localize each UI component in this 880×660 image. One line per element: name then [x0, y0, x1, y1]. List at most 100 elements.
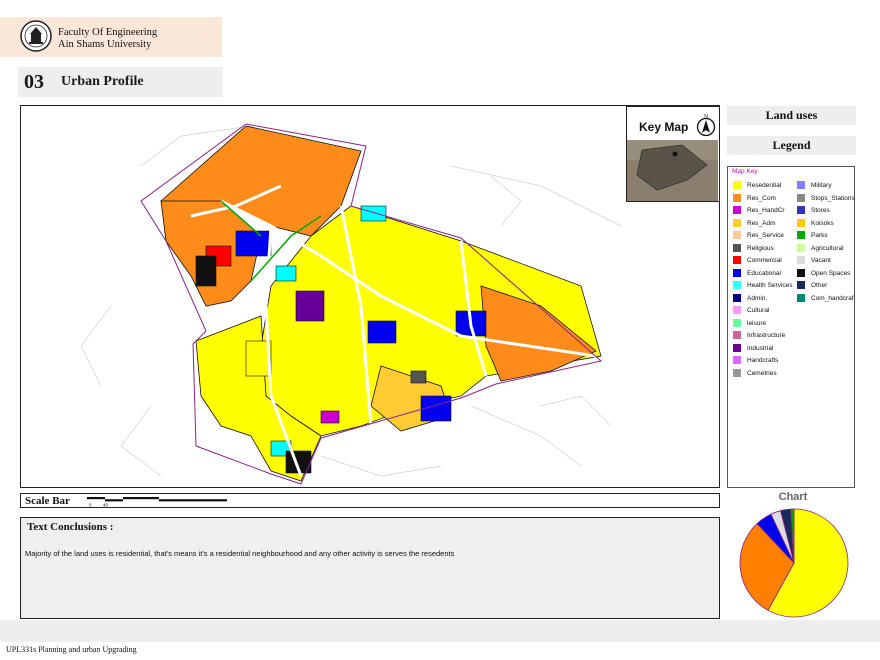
scale-tick-40: 40: [103, 503, 109, 508]
footer-band: [0, 620, 880, 642]
conclusions-title: Text Conclusions :: [27, 521, 114, 533]
legend-item-parks: Parks: [797, 231, 828, 240]
scale-bar-label: Scale Bar: [25, 495, 70, 507]
legend-label: Other: [811, 282, 828, 289]
faculty-line-2: Ain Shams University: [58, 39, 152, 50]
legend-item-stops-stations: Stops_Stations: [797, 193, 855, 203]
legend-item-admin-: Admin.: [733, 293, 768, 303]
legend-item-cultural: Cultural: [733, 306, 769, 315]
legend-swatch: [733, 368, 741, 377]
legend-label: Com_handcraf: [811, 294, 854, 302]
section-title: Urban Profile: [61, 74, 144, 89]
legend-swatch: [733, 343, 741, 352]
legend-label: Open Spaces: [811, 269, 851, 277]
legend-label: Koisoks: [811, 219, 834, 227]
legend-item-vacant: Vacant: [797, 256, 831, 265]
legend-title: Map Key: [732, 168, 758, 175]
legend-swatch: [733, 268, 741, 277]
legend-item-educational: Educational: [733, 268, 781, 278]
legend-swatch: [797, 193, 805, 202]
university-logo: [20, 20, 52, 52]
legend-label: Religious: [747, 244, 774, 252]
legend-label: Res_Adm: [747, 219, 776, 227]
legend-swatch: [733, 318, 741, 327]
legend-swatch: [797, 243, 805, 252]
legend-item-military: Military: [797, 181, 832, 190]
text-conclusions-panel: Text Conclusions : Majority of the land …: [20, 517, 720, 619]
legend-label: Industrial: [747, 344, 774, 352]
legend-item-commercial: Commercial: [733, 256, 782, 265]
scale-tick-0: 0: [89, 503, 92, 508]
faculty-line-1: Faculty Of Engineering: [58, 27, 158, 38]
legend-item-agricultural: Agricultural: [797, 243, 844, 253]
scale-bar-panel: Scale Bar 0 40: [20, 493, 720, 508]
legend-item-handcrafts: Handcrafts: [733, 356, 778, 365]
legend-label: Admin.: [747, 294, 768, 302]
legend-swatch: [797, 206, 805, 214]
legend-swatch: [797, 256, 805, 264]
legend-label: Cemetries: [747, 369, 777, 377]
legend-item-com-handcraf: Com_handcraf: [797, 293, 854, 303]
legend-swatch: [797, 293, 805, 302]
legend-swatch: [797, 268, 805, 277]
legend-item-leisure: leisure: [733, 318, 767, 328]
legend-swatch: [733, 306, 741, 314]
legend-item-religious: Religious: [733, 243, 774, 253]
legend-swatch: [733, 231, 741, 239]
course-footer: UPL331s Planning and urban Upgrading: [6, 645, 137, 654]
key-map: Key Map N: [626, 106, 720, 202]
legend-swatch: [733, 218, 741, 227]
legend-label: Health Services: [747, 282, 793, 289]
legend-item-other: Other: [797, 281, 827, 290]
legend-label: Res_Com: [747, 194, 776, 202]
legend-swatch: [733, 293, 741, 302]
legend-swatch: [797, 231, 805, 239]
legend-swatch: [797, 181, 805, 189]
legend-label: Parks: [811, 232, 828, 239]
land-use-map[interactable]: [20, 105, 720, 488]
legend-label: Res_HandCr: [747, 207, 785, 214]
legend-swatch: [733, 206, 741, 214]
legend-label: Handcrafts: [747, 357, 779, 364]
legend-item-koisoks: Koisoks: [797, 218, 834, 228]
legend-swatch: [797, 281, 805, 289]
legend-label: Educational: [747, 269, 781, 277]
legend-label: Stores: [811, 207, 830, 214]
legend-swatch: [733, 281, 741, 289]
scale-bar-graphic: 0 40: [87, 497, 227, 508]
key-map-satellite-image: [627, 140, 718, 201]
key-map-title: Key Map: [639, 120, 689, 134]
legend-item-res-handcr: Res_HandCr: [733, 206, 785, 215]
legend-label: leisure: [747, 319, 767, 327]
legend-item-industrial: Industrial: [733, 343, 774, 353]
legend-item-stores: Stores: [797, 206, 830, 215]
legend-item-res-com: Res_Com: [733, 193, 776, 203]
legend-swatch: [733, 256, 741, 264]
legend-label: Resedential: [747, 182, 782, 189]
legend-label: Vacant: [811, 257, 831, 264]
legend-swatch: [733, 331, 741, 339]
conclusions-text: Majority of the land uses is residential…: [25, 549, 455, 558]
legend-label: Stops_Stations: [811, 194, 855, 202]
legend-label: Res_Service: [747, 232, 784, 239]
map-canvas: [80, 123, 622, 485]
legend-item-infrastructure: Infrastructure: [733, 331, 785, 340]
north-arrow-icon: N: [696, 114, 716, 137]
legend-label: Agricultural: [811, 244, 844, 252]
legend-item-health-services: Health Services: [733, 281, 793, 290]
legend-label: Infrastructure: [747, 332, 786, 339]
chart-title: Chart: [778, 491, 808, 503]
legend-item-res-adm: Res_Adm: [733, 218, 776, 228]
legend-swatch: [797, 218, 805, 227]
legend-label: Cultural: [747, 307, 770, 314]
legend-swatch: [733, 243, 741, 252]
land-uses-heading: Land uses: [727, 106, 856, 125]
legend-label: Military: [811, 182, 832, 189]
legend-label: Commercial: [747, 257, 782, 264]
faculty-name: Faculty Of Engineering Ain Shams Univers…: [58, 27, 157, 51]
land-use-pie-chart: [739, 508, 849, 618]
legend-item-res-service: Res_Service: [733, 231, 784, 240]
map-legend: Map Key Resedential Res_Com Res_HandCr Res_…: [727, 166, 855, 488]
legend-item-open-spaces: Open Spaces: [797, 268, 851, 278]
legend-swatch: [733, 181, 741, 189]
